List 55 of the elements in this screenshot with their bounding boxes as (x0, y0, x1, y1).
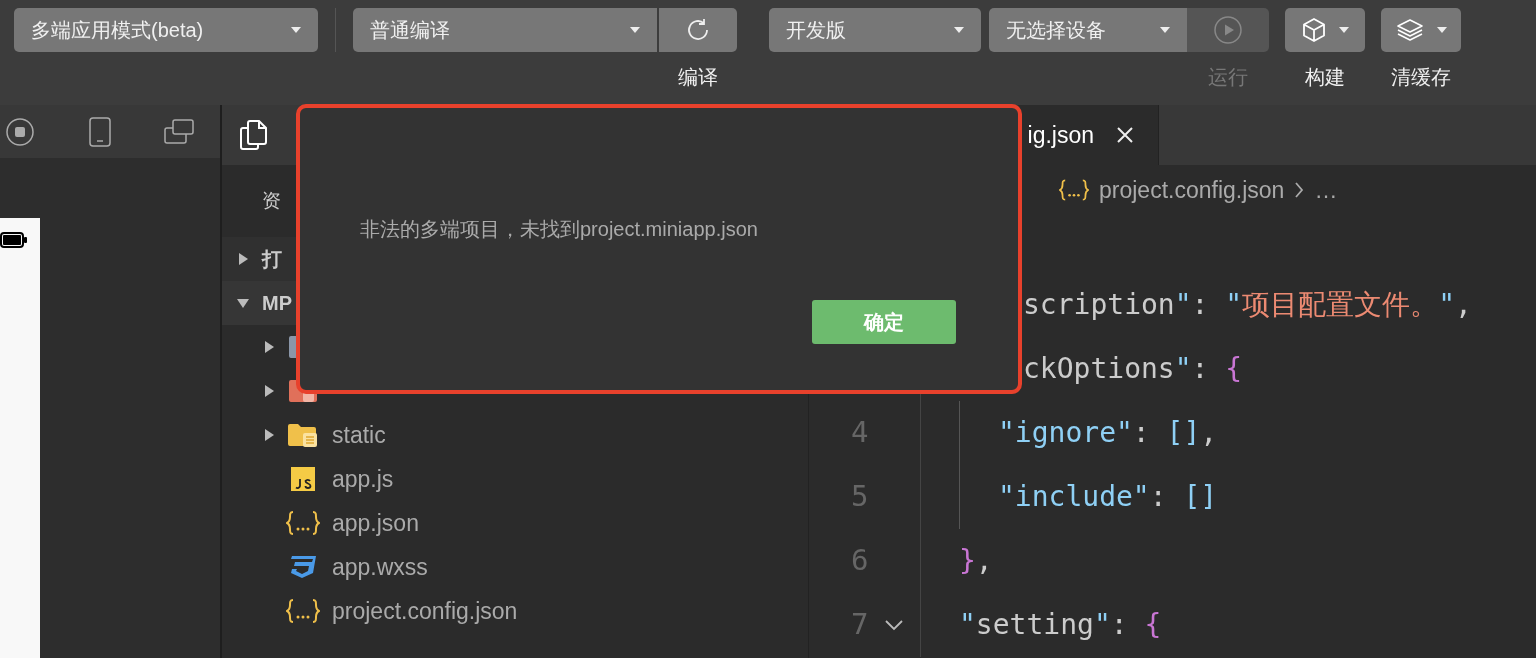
file-name[interactable]: app.js (332, 461, 394, 497)
build-label: 构建 (1305, 65, 1345, 90)
braces-icon (286, 510, 320, 536)
phone-icon[interactable] (88, 116, 111, 147)
battery-icon (0, 230, 28, 250)
play-icon (1213, 15, 1243, 45)
braces-icon (1059, 178, 1089, 202)
refresh-button[interactable] (659, 8, 737, 52)
line-number: 4 (850, 414, 869, 452)
build-button[interactable] (1285, 8, 1365, 52)
file-name[interactable]: app.json (332, 505, 419, 541)
folder-icon (287, 422, 319, 448)
close-icon[interactable] (1116, 126, 1134, 144)
braces-icon (286, 598, 320, 624)
windows-icon[interactable] (164, 118, 194, 145)
breadcrumb-item[interactable]: project.config.json (1099, 172, 1285, 208)
copy-icon[interactable] (239, 119, 269, 151)
caret-icon (1160, 27, 1170, 33)
caret-icon (1437, 27, 1447, 33)
line-number: 7 (850, 606, 869, 644)
code-line: "setting": { (959, 607, 1162, 643)
compile-label: 编译 (677, 65, 719, 90)
compile-select[interactable]: 普通编译 (353, 8, 657, 52)
mode-select[interactable]: 多端应用模式(beta) (14, 8, 318, 52)
stop-icon[interactable] (5, 116, 35, 147)
js-file-icon (290, 466, 316, 492)
caret-icon (291, 27, 301, 33)
caret-icon (954, 27, 964, 33)
expanded-arrow-icon (237, 298, 249, 308)
line-number: 6 (850, 542, 869, 580)
file-name[interactable]: app.wxss (332, 549, 428, 585)
run-label: 运行 (1207, 65, 1249, 90)
clear-cache-button[interactable] (1381, 8, 1461, 52)
cube-icon (1301, 17, 1327, 43)
line-number: 5 (850, 478, 869, 516)
chevron-right-icon (1294, 181, 1305, 199)
breadcrumb-item[interactable]: … (1314, 172, 1338, 208)
dialog-message: 非法的多端项目，未找到project.miniapp.json (360, 217, 759, 242)
code-line: "include": [] (998, 479, 1218, 515)
css-file-icon (289, 554, 317, 580)
clear-cache-label: 清缓存 (1391, 65, 1451, 90)
collapsed-arrow-icon (238, 253, 248, 265)
layers-icon (1395, 17, 1425, 43)
file-name[interactable]: static (332, 417, 386, 453)
code-line: "ignore": [], (998, 415, 1218, 451)
file-name[interactable]: project.config.json (332, 593, 518, 629)
fold-chevron-icon[interactable] (884, 619, 905, 631)
version-select[interactable]: 开发版 (769, 8, 981, 52)
code-line: ckOptions": { (1023, 351, 1243, 387)
device-select[interactable]: 无选择设备 (989, 8, 1187, 52)
explorer-title: 资 (262, 188, 281, 213)
code-line: }, (959, 543, 993, 579)
caret-icon (1339, 27, 1349, 33)
code-line: scription": "项目配置文件。", (1023, 287, 1472, 323)
caret-icon (630, 27, 640, 33)
